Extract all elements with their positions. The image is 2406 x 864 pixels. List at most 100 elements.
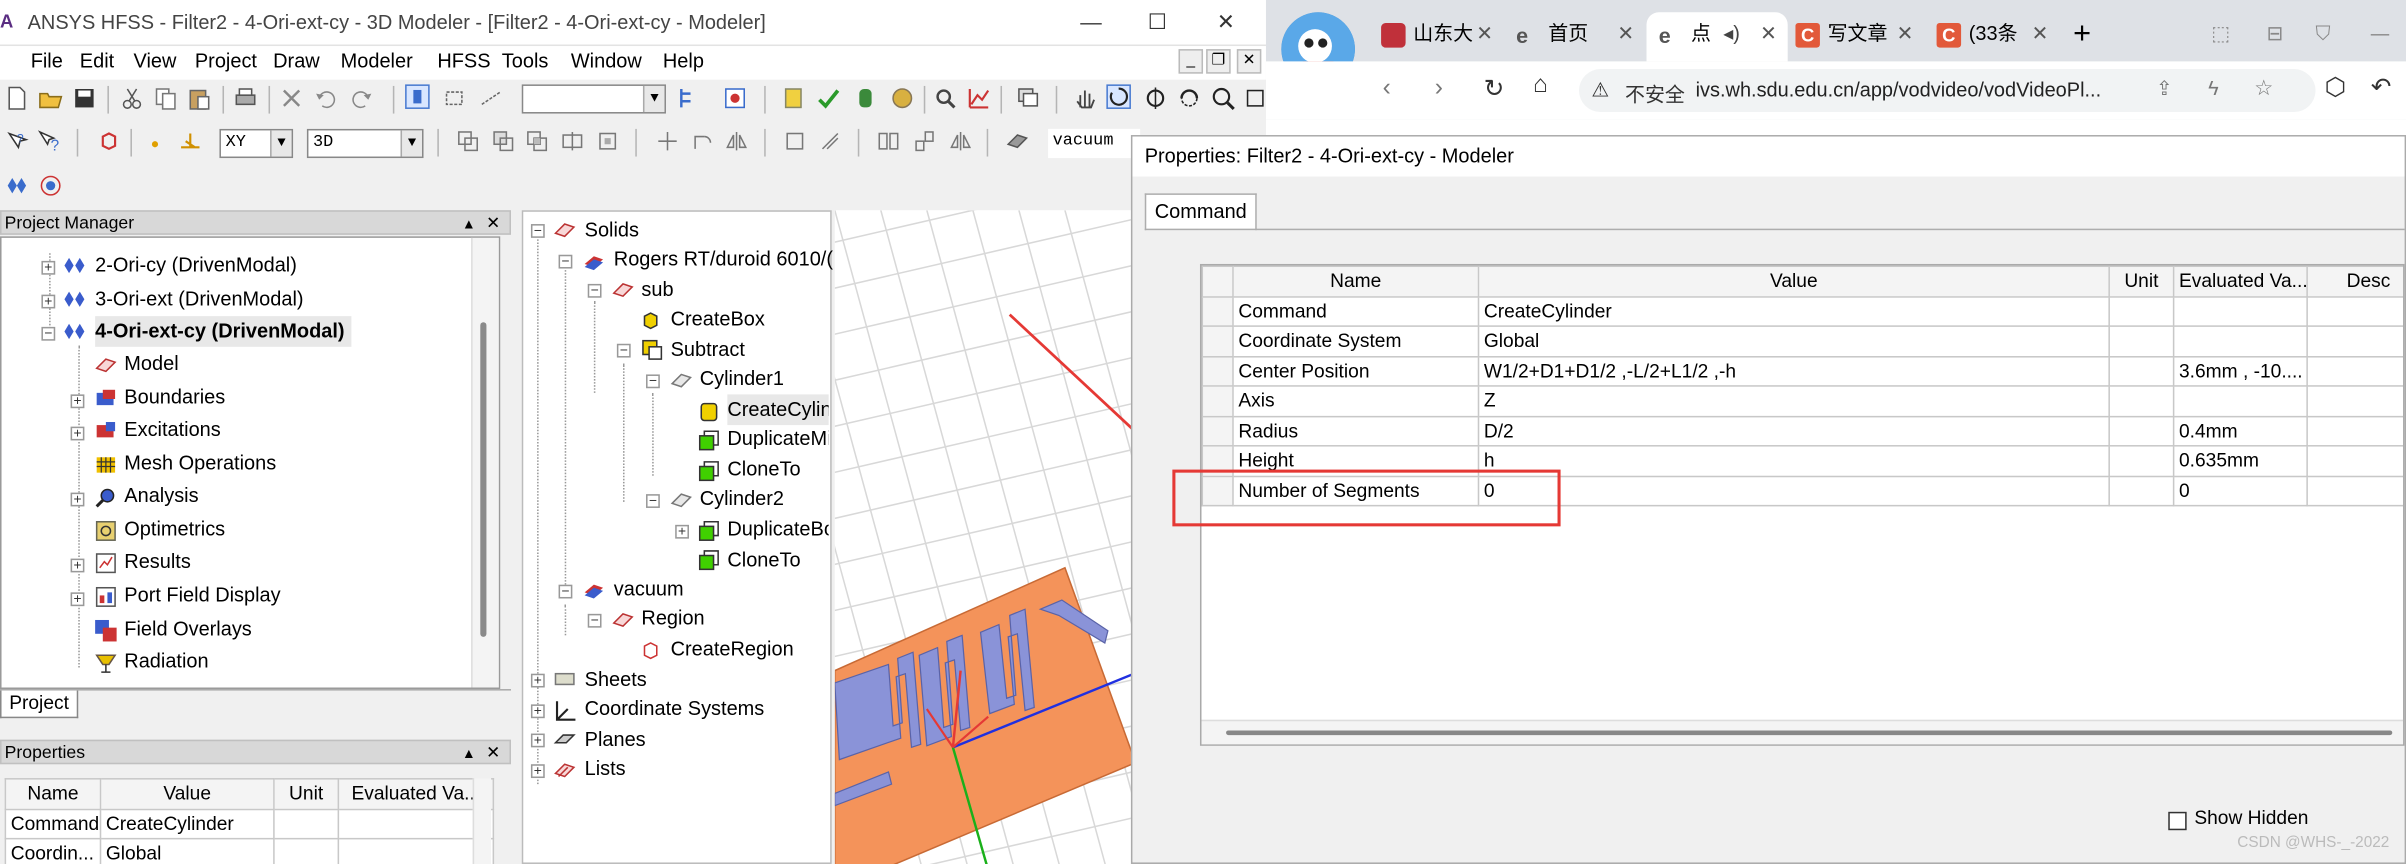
tree-radiation[interactable]: Radiation bbox=[124, 646, 208, 677]
tree-region[interactable]: Region bbox=[641, 603, 704, 634]
rotate-object-icon[interactable] bbox=[691, 129, 716, 154]
tab-close-icon[interactable]: ✕ bbox=[1617, 12, 1634, 55]
address-bar[interactable]: ⚠ 不安全 ivs.wh.sdu.edu.cn/app/vodvideo/vod… bbox=[1579, 69, 2316, 113]
tree-analysis[interactable]: Analysis bbox=[124, 480, 198, 511]
scrollbar-thumb[interactable] bbox=[1226, 730, 2393, 736]
mdi-restore-icon[interactable]: ❐ bbox=[1206, 49, 1231, 74]
tree-expander[interactable]: + bbox=[70, 426, 85, 441]
duplicate-around-axis-icon[interactable] bbox=[913, 129, 938, 154]
plane-combo[interactable]: XY ▼ bbox=[219, 128, 294, 159]
tree-coordinate-systems[interactable]: Coordinate Systems bbox=[585, 694, 765, 725]
tree-excitations[interactable]: Excitations bbox=[124, 414, 220, 445]
menu-window[interactable]: Window bbox=[571, 49, 642, 72]
table-row[interactable]: Center Position W1/2+D1+D1/2 ,-L/2+L1/2 … bbox=[1201, 355, 2404, 387]
select-face-icon[interactable] bbox=[442, 86, 467, 111]
panel-close-icon[interactable]: ✕ bbox=[486, 741, 500, 766]
tree-field-overlays[interactable]: Field Overlays bbox=[124, 614, 251, 645]
tree-expander[interactable]: − bbox=[558, 584, 573, 599]
tab-close-icon[interactable]: ✕ bbox=[1476, 12, 1493, 55]
intersect-icon[interactable] bbox=[525, 129, 550, 154]
tree-cloneto-2[interactable]: CloneTo bbox=[727, 545, 800, 576]
selection-combo[interactable]: ▼ bbox=[521, 84, 666, 114]
tree-vacuum[interactable]: vacuum bbox=[614, 574, 684, 605]
tree-expander[interactable]: + bbox=[70, 394, 85, 409]
move-icon[interactable] bbox=[655, 129, 680, 154]
scrollbar-thumb[interactable] bbox=[480, 322, 487, 637]
cut-icon[interactable] bbox=[120, 86, 145, 111]
menu-project[interactable]: Project bbox=[195, 49, 257, 72]
copy-icon[interactable] bbox=[153, 86, 178, 111]
paste-icon[interactable] bbox=[187, 86, 212, 111]
tree-cylinder1[interactable]: Cylinder1 bbox=[700, 364, 784, 395]
table-row[interactable]: Command CreateCylinder bbox=[4, 807, 495, 840]
tab-actions-icon[interactable]: ⬚ bbox=[2211, 12, 2230, 55]
back-icon[interactable]: ‹ bbox=[1383, 75, 1391, 103]
tree-model[interactable]: Model bbox=[124, 348, 178, 379]
menu-hfss[interactable]: HFSS bbox=[437, 49, 490, 72]
menu-edit[interactable]: Edit bbox=[80, 49, 114, 72]
new-icon[interactable] bbox=[5, 86, 30, 111]
share-icon[interactable]: ⇪ bbox=[2156, 77, 2173, 102]
tab-close-icon[interactable]: ✕ bbox=[2032, 12, 2049, 55]
speaker-icon[interactable]: ◂) bbox=[1723, 12, 1740, 55]
tree-expander[interactable]: − bbox=[646, 374, 660, 389]
new-tab-button[interactable]: + bbox=[2073, 12, 2110, 55]
warning-icon[interactable]: ⚠ bbox=[1591, 78, 1609, 103]
tree-scrollbar[interactable] bbox=[471, 237, 499, 688]
fields-icon[interactable] bbox=[890, 86, 915, 111]
maximize-button[interactable]: ☐ bbox=[1148, 9, 1167, 35]
tree-mesh-operations[interactable]: Mesh Operations bbox=[124, 448, 276, 479]
select-object-icon[interactable] bbox=[405, 84, 430, 109]
tree-expander[interactable]: + bbox=[530, 673, 545, 688]
tree-expander[interactable]: + bbox=[530, 704, 545, 719]
tree-expander[interactable]: + bbox=[41, 260, 56, 275]
tree-duplicatebody[interactable]: DuplicateBc bbox=[727, 514, 828, 545]
tree-cylinder2[interactable]: Cylinder2 bbox=[700, 483, 784, 514]
context-help-icon[interactable]: ? bbox=[37, 129, 62, 154]
material-combo[interactable]: vacuum bbox=[1048, 128, 1141, 159]
tree-solids[interactable]: Solids bbox=[585, 215, 639, 246]
tree-duplicatemirror[interactable]: DuplicateMi bbox=[727, 424, 828, 455]
mdi-close-icon[interactable]: ✕ bbox=[1236, 49, 1262, 74]
tree-expander[interactable]: + bbox=[70, 558, 85, 573]
menu-modeler[interactable]: Modeler bbox=[341, 49, 413, 72]
tree-createbox[interactable]: CreateBox bbox=[671, 304, 765, 335]
tree-expander[interactable]: + bbox=[530, 763, 545, 779]
validate-icon[interactable] bbox=[781, 86, 806, 111]
unite-icon[interactable] bbox=[456, 129, 481, 154]
zoom-area-icon[interactable] bbox=[1211, 86, 1236, 111]
window-icon[interactable] bbox=[1016, 86, 1041, 111]
cell-value[interactable]: CreateCylinder bbox=[1477, 295, 2110, 327]
cell-value[interactable]: Z bbox=[1477, 385, 2110, 417]
tree-expander[interactable]: + bbox=[70, 592, 85, 607]
history-tree-icon[interactable] bbox=[677, 86, 702, 111]
tree-expander[interactable]: + bbox=[70, 492, 85, 507]
extensions-icon[interactable]: ⬡ bbox=[2325, 72, 2346, 103]
help-pointer-icon[interactable]: ? bbox=[5, 129, 30, 154]
cell-value[interactable]: Global bbox=[1477, 325, 2110, 357]
tree-results[interactable]: Results bbox=[124, 546, 191, 577]
sweep-icon[interactable] bbox=[783, 129, 808, 154]
browser-tab-3-active[interactable]: e点 ◂) ✕ bbox=[1646, 12, 1788, 62]
tab-close-icon[interactable]: ✕ bbox=[1897, 12, 1914, 55]
rotate-icon[interactable] bbox=[1106, 84, 1131, 109]
box-draw-icon[interactable] bbox=[97, 129, 122, 154]
table-row[interactable]: Coordin... Global bbox=[4, 837, 495, 864]
cell-value[interactable]: D/2 bbox=[1477, 415, 2110, 447]
tree-createregion[interactable]: CreateRegion bbox=[671, 634, 794, 665]
close-button[interactable]: ✕ bbox=[1217, 9, 1235, 35]
table-row[interactable]: Coordinate System Global bbox=[1201, 325, 2404, 357]
tree-sheets[interactable]: Sheets bbox=[585, 664, 647, 695]
point-icon[interactable] bbox=[143, 129, 168, 154]
project-item-2-ori-cy[interactable]: 2-Ori-cy (DrivenModal) bbox=[95, 250, 297, 281]
menu-tools[interactable]: Tools bbox=[502, 49, 549, 72]
analyze-icon[interactable] bbox=[816, 86, 841, 111]
table-row[interactable]: Axis Z bbox=[1201, 385, 2404, 417]
delete-icon[interactable] bbox=[279, 86, 304, 111]
show-hidden-checkbox[interactable] bbox=[2168, 811, 2187, 831]
imprint-icon[interactable] bbox=[595, 129, 620, 154]
tree-sub[interactable]: sub bbox=[641, 275, 673, 306]
tree-expander[interactable]: + bbox=[675, 524, 689, 539]
workspaces-icon[interactable]: ⊟ bbox=[2266, 12, 2283, 55]
tab-project[interactable]: Project bbox=[0, 690, 79, 719]
